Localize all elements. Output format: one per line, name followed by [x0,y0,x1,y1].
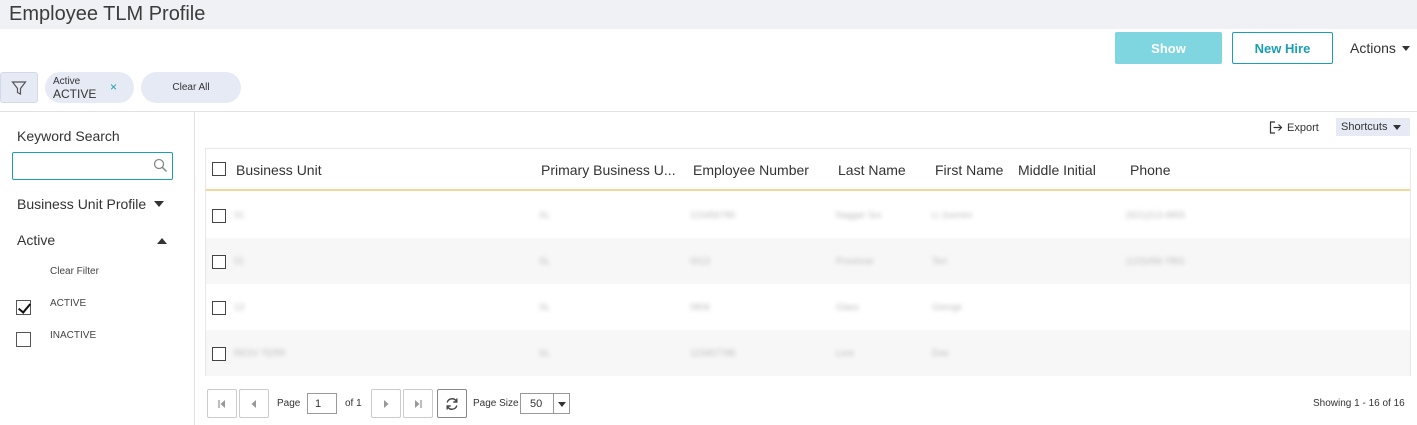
column-header-middle-initial[interactable]: Middle Initial [1018,162,1096,178]
active-option-label: ACTIVE [50,298,87,309]
cell-employee-number: 123457788 [690,348,736,358]
cell-business-unit: 01 [234,210,245,220]
select-all-checkbox[interactable] [212,162,226,176]
first-page-button[interactable] [207,389,237,418]
business-unit-profile-label: Business Unit Profile [17,196,147,212]
cell-phone: (123)456-7891 [1126,256,1186,266]
inactive-option-label: INACTIVE [50,330,97,341]
last-page-button[interactable] [403,389,433,418]
cell-primary-business-unit: SL [539,256,551,266]
caret-down-icon [558,402,566,407]
caret-down-icon [154,201,165,207]
filter-toggle-button[interactable] [0,72,38,103]
page-size-select[interactable]: 50 [520,393,570,414]
page-size-label: Page Size [473,398,519,409]
filter-chip-value: ACTIVE [53,87,97,101]
refresh-button[interactable] [437,389,467,418]
export-label: Export [1287,121,1319,134]
page-of-label: of 1 [345,398,362,409]
table-header: Business Unit Primary Business U... Empl… [206,149,1410,191]
showing-count: Showing 1 - 16 of 16 [1313,398,1405,409]
keyword-search-label: Keyword Search [17,128,120,144]
clear-filter-link[interactable]: Clear Filter [50,266,99,277]
inactive-checkbox[interactable] [16,332,31,347]
sidebar-divider [194,112,195,425]
page-title: Employee TLM Profile [9,3,206,25]
keyword-search-input[interactable] [12,152,173,180]
search-icon[interactable] [153,158,168,173]
cell-last-name: Glass [836,302,860,312]
new-hire-button[interactable]: New Hire [1232,32,1333,64]
cell-business-unit: 13 [234,302,245,312]
caret-down-icon [1393,124,1402,130]
cell-employee-number: 0806 [690,302,711,312]
show-button[interactable]: Show [1115,32,1222,64]
row-checkbox[interactable] [212,347,226,361]
cell-first-name: George [932,302,963,312]
cell-first-name: Li Jusmini [932,210,973,220]
last-page-icon [415,399,422,408]
cell-employee-number: 0013 [690,256,711,266]
clear-all-button[interactable]: Clear All [141,72,241,103]
table-row[interactable]: RESV TERR SL 123457788 Lore Doe [206,330,1410,376]
cell-last-name: Nagger Sui [836,210,882,220]
business-unit-profile-section[interactable]: Business Unit Profile [17,196,165,212]
caret-down-icon [1401,45,1410,51]
divider [0,111,1417,112]
title-bar: Employee TLM Profile [0,0,1417,29]
actions-label: Actions [1350,40,1396,56]
first-page-icon [218,399,225,408]
cell-phone: (921)213-4855 [1126,210,1186,220]
caret-up-icon[interactable] [157,238,167,244]
chevron-left-icon [251,399,256,408]
cell-business-unit: 01 [234,256,245,266]
column-header-last-name[interactable]: Last Name [838,162,906,178]
export-icon [1269,121,1283,134]
employee-table: Business Unit Primary Business U... Empl… [205,148,1411,376]
actions-menu[interactable]: Actions [1350,40,1410,56]
page-label: Page [277,398,301,409]
funnel-icon [11,80,27,95]
table-row[interactable]: 01 SL 0013 Provincer Teri (123)456-7891 [206,238,1410,284]
cell-primary-business-unit: SL [539,302,551,312]
table-row[interactable]: 01 SL 123456789 Nagger Sui Li Jusmini (9… [206,192,1410,238]
column-header-phone[interactable]: Phone [1130,162,1170,178]
row-checkbox[interactable] [212,209,226,223]
divider [553,394,554,413]
refresh-icon [446,397,458,410]
column-header-primary-business-unit[interactable]: Primary Business U... [541,162,676,178]
active-checkbox[interactable] [16,300,31,315]
shortcuts-label: Shortcuts [1341,121,1388,133]
cell-employee-number: 123456789 [690,210,736,220]
cell-primary-business-unit: SL [539,348,551,358]
shortcuts-dropdown[interactable]: Shortcuts [1336,118,1410,136]
page-number-input[interactable]: 1 [307,393,337,414]
page-size-value: 50 [530,397,543,410]
cell-last-name: Lore [836,348,855,358]
cell-primary-business-unit: SL [539,210,551,220]
active-section-label[interactable]: Active [17,232,55,248]
row-checkbox[interactable] [212,255,226,269]
cell-first-name: Teri [932,256,947,266]
cell-last-name: Provincer [836,256,875,266]
cell-business-unit: RESV TERR [234,348,286,358]
column-header-employee-number[interactable]: Employee Number [693,162,809,178]
row-checkbox[interactable] [212,301,226,315]
export-button[interactable]: Export [1269,121,1319,134]
close-icon[interactable]: × [110,80,117,94]
chevron-right-icon [384,399,389,408]
column-header-first-name[interactable]: First Name [935,162,1003,178]
cell-first-name: Doe [932,348,949,358]
next-page-button[interactable] [371,389,401,418]
column-header-business-unit[interactable]: Business Unit [236,162,322,178]
filter-chip-label: Active [53,76,81,87]
previous-page-button[interactable] [239,389,269,418]
table-row[interactable]: 13 SL 0806 Glass George [206,284,1410,330]
filter-chip-active: Active ACTIVE × [45,72,134,103]
